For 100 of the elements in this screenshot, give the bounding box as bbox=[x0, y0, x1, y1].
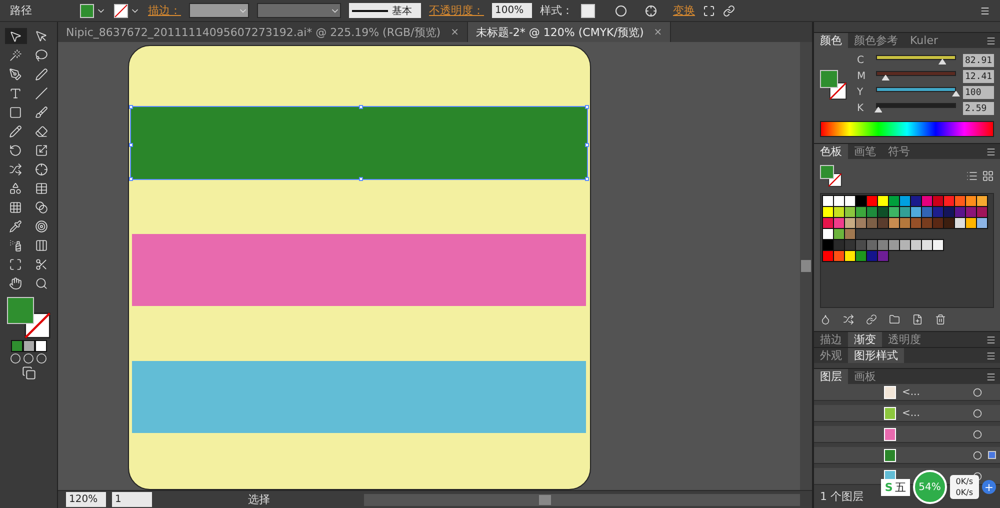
color-swatch[interactable] bbox=[878, 240, 888, 250]
lasso-icon[interactable] bbox=[35, 48, 48, 62]
panel-menu-icon[interactable] bbox=[986, 372, 996, 382]
transform-options-icon[interactable] bbox=[723, 4, 735, 16]
horizontal-scrollbar[interactable] bbox=[364, 494, 800, 506]
color-swatch[interactable] bbox=[922, 240, 932, 250]
color-swatch[interactable] bbox=[856, 218, 866, 228]
color-swatch[interactable] bbox=[845, 229, 855, 239]
panel-tab[interactable]: 图层 bbox=[814, 369, 848, 384]
scale-icon[interactable] bbox=[35, 144, 48, 156]
close-icon[interactable]: × bbox=[654, 26, 662, 38]
color-swatch[interactable] bbox=[922, 207, 932, 217]
gradient-mode-button[interactable] bbox=[24, 341, 34, 351]
color-swatch[interactable] bbox=[889, 196, 899, 206]
panel-menu-icon[interactable] bbox=[986, 350, 996, 360]
color-swatch[interactable] bbox=[834, 207, 844, 217]
color-swatch[interactable] bbox=[845, 240, 855, 250]
color-slider[interactable] bbox=[873, 54, 959, 66]
fill-swatch[interactable] bbox=[820, 165, 834, 179]
color-swatch[interactable] bbox=[977, 196, 987, 206]
color-swatch[interactable] bbox=[955, 207, 965, 217]
color-slider[interactable] bbox=[873, 70, 959, 82]
fill-swatch[interactable] bbox=[80, 4, 94, 18]
text-tool-icon[interactable] bbox=[9, 86, 22, 100]
rectangle-tool-icon[interactable] bbox=[9, 106, 22, 118]
pencil-icon[interactable] bbox=[9, 124, 22, 138]
color-swatch[interactable] bbox=[823, 251, 833, 261]
draw-inside-icon[interactable] bbox=[36, 353, 47, 364]
pen-icon[interactable] bbox=[9, 68, 22, 80]
color-swatch[interactable] bbox=[977, 218, 987, 228]
document-tab[interactable]: 未标题-2* @ 120% (CMYK/预览) × bbox=[468, 22, 672, 42]
stroke-swatch[interactable] bbox=[114, 4, 128, 18]
panel-menu-icon[interactable] bbox=[986, 36, 996, 46]
eraser-icon[interactable] bbox=[35, 124, 48, 138]
brush-style-dropdown[interactable]: 基本 bbox=[349, 3, 421, 18]
artboard-tool-icon[interactable] bbox=[9, 258, 22, 270]
zoom-field[interactable]: 120% bbox=[66, 492, 106, 507]
color-swatch[interactable] bbox=[922, 218, 932, 228]
panel-menu-icon[interactable] bbox=[986, 146, 996, 156]
channel-value-field[interactable]: 100 bbox=[963, 86, 994, 99]
color-slider[interactable] bbox=[873, 86, 959, 98]
color-swatch[interactable] bbox=[889, 240, 899, 250]
color-swatch[interactable] bbox=[933, 240, 943, 250]
fill-swatch[interactable] bbox=[6, 297, 34, 324]
transform-link[interactable]: 变换 bbox=[673, 3, 695, 18]
vertical-scrollbar[interactable] bbox=[800, 42, 812, 490]
direct-selection-icon[interactable] bbox=[35, 30, 48, 42]
color-swatch[interactable] bbox=[955, 196, 965, 206]
color-swatch[interactable] bbox=[911, 196, 921, 206]
magic-wand-icon[interactable] bbox=[9, 48, 22, 62]
color-swatch[interactable] bbox=[889, 207, 899, 217]
color-swatch[interactable] bbox=[944, 196, 954, 206]
color-swatch[interactable] bbox=[834, 196, 844, 206]
recolor-icon[interactable] bbox=[615, 4, 627, 16]
artboard-field[interactable]: 1 bbox=[112, 492, 152, 507]
none-mode-button[interactable] bbox=[36, 341, 46, 351]
brush-icon[interactable] bbox=[35, 106, 48, 118]
delete-icon[interactable] bbox=[935, 314, 946, 325]
style-swatch[interactable] bbox=[581, 4, 595, 18]
channel-value-field[interactable]: 12.41 bbox=[963, 70, 994, 83]
color-swatch[interactable] bbox=[878, 218, 888, 228]
color-swatch[interactable] bbox=[867, 196, 877, 206]
color-swatch[interactable] bbox=[933, 207, 943, 217]
input-method-bar[interactable]: S 五 bbox=[880, 478, 910, 496]
color-swatch[interactable] bbox=[944, 218, 954, 228]
color-swatch[interactable] bbox=[944, 207, 954, 217]
new-group-icon[interactable] bbox=[889, 314, 900, 325]
channel-value-field[interactable]: 2.59 bbox=[963, 102, 994, 115]
color-swatch[interactable] bbox=[834, 251, 844, 261]
color-swatch[interactable] bbox=[845, 196, 855, 206]
zoom-icon[interactable] bbox=[35, 276, 48, 290]
color-swatch[interactable] bbox=[878, 251, 888, 261]
color-swatch[interactable] bbox=[856, 196, 866, 206]
line-tool-icon[interactable] bbox=[35, 86, 48, 100]
color-spectrum[interactable] bbox=[820, 121, 994, 137]
color-swatch[interactable] bbox=[845, 251, 855, 261]
color-swatch[interactable] bbox=[911, 207, 921, 217]
color-swatch[interactable] bbox=[911, 240, 921, 250]
gradient-icon[interactable] bbox=[35, 200, 48, 214]
color-swatch[interactable] bbox=[823, 218, 833, 228]
panel-menu-icon[interactable] bbox=[986, 334, 996, 344]
fill-swatch[interactable] bbox=[820, 70, 838, 88]
color-swatch[interactable] bbox=[823, 240, 833, 250]
color-swatch[interactable] bbox=[878, 207, 888, 217]
panel-tab[interactable]: 图形样式 bbox=[848, 348, 904, 363]
color-swatch[interactable] bbox=[834, 218, 844, 228]
selection-arrow-icon[interactable] bbox=[9, 30, 22, 42]
add-button[interactable]: + bbox=[982, 480, 996, 494]
color-swatch[interactable] bbox=[878, 196, 888, 206]
color-swatch[interactable] bbox=[856, 207, 866, 217]
color-swatch[interactable] bbox=[867, 207, 877, 217]
color-swatch[interactable] bbox=[867, 251, 877, 261]
color-swatch[interactable] bbox=[966, 218, 976, 228]
draw-behind-icon[interactable] bbox=[23, 353, 34, 364]
color-swatch[interactable] bbox=[933, 218, 943, 228]
new-swatch-icon[interactable] bbox=[912, 314, 923, 325]
stroke-weight-field[interactable] bbox=[189, 3, 249, 18]
color-swatch[interactable] bbox=[856, 251, 866, 261]
rotate-icon[interactable] bbox=[9, 144, 22, 156]
opacity-label[interactable]: 不透明度： bbox=[429, 3, 484, 18]
